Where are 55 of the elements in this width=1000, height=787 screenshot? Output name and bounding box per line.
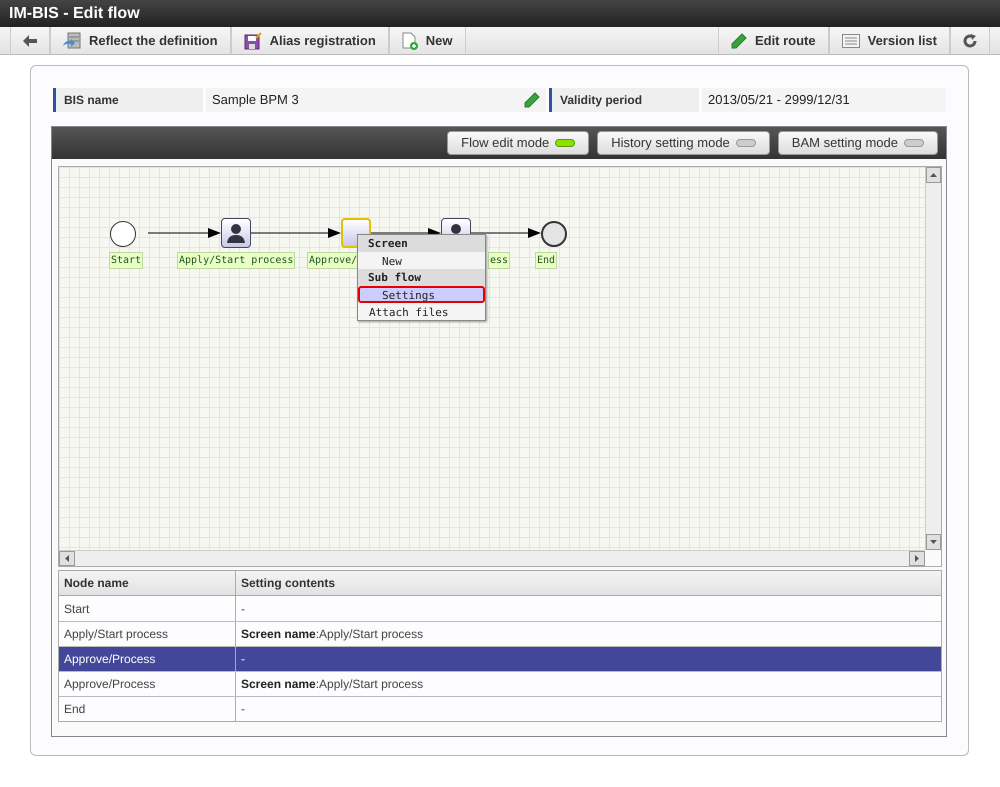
node-label: Apply/Start process — [177, 252, 296, 269]
table-row[interactable]: Approve/Process - — [59, 646, 941, 671]
refresh-icon — [963, 34, 977, 48]
field-text: 2013/05/21 - 2999/12/31 — [708, 91, 850, 110]
pencil-icon — [730, 32, 747, 48]
refresh-button[interactable] — [950, 27, 990, 54]
table-cell-text: Screen name:Apply/Start process — [240, 676, 424, 693]
menu-item[interactable]: Attach files — [358, 303, 485, 320]
server-icon — [63, 32, 81, 50]
field-label: Validity period — [549, 88, 699, 112]
back-arrow-icon — [23, 34, 37, 46]
edit-button[interactable] — [524, 92, 540, 108]
table-cell-text: Screen name:Apply/Start process — [240, 626, 424, 643]
mode-button[interactable]: BAM setting mode — [778, 131, 938, 155]
column-header: Node name — [59, 571, 236, 595]
list-icon — [842, 34, 860, 48]
menu-header: Sub flow — [358, 269, 485, 286]
table-cell-text: - — [240, 651, 246, 668]
mode-button[interactable]: History setting mode — [597, 131, 770, 155]
menu-item[interactable]: Settings — [358, 286, 485, 303]
person-icon — [226, 223, 246, 243]
toolbar-button[interactable]: Version list — [828, 27, 950, 54]
table-cell-text: - — [240, 600, 246, 618]
connector-arrow — [471, 227, 541, 239]
back-button[interactable] — [10, 27, 50, 54]
field-text: Sample BPM 3 — [212, 91, 299, 110]
table-cell: End — [59, 697, 236, 721]
field-label: BIS name — [53, 88, 203, 112]
toolbar-button[interactable]: Edit route — [718, 27, 829, 54]
table-row[interactable]: Start - — [59, 596, 941, 621]
node-label: ess — [488, 252, 510, 269]
table-cell-text: - — [240, 701, 246, 718]
node-label: End — [535, 252, 558, 269]
menu-header: Screen — [358, 235, 485, 252]
menu-item[interactable]: New — [358, 252, 485, 269]
mode-button[interactable]: Flow edit mode — [447, 131, 590, 155]
column-header: Setting contents — [240, 575, 336, 592]
new-document-icon — [402, 32, 418, 50]
scroll-left-icon — [65, 555, 69, 562]
toolbar-button[interactable]: New — [388, 27, 466, 54]
scroll-right-icon — [915, 555, 919, 562]
table-row[interactable]: End - — [59, 696, 941, 721]
toolbar-button[interactable]: Alias registration — [230, 27, 389, 54]
task-node[interactable] — [221, 218, 251, 248]
scroll-down-icon — [930, 540, 937, 544]
start-node[interactable] — [110, 221, 136, 247]
table-row[interactable]: Approve/Process Screen name:Apply/Start process — [59, 671, 941, 696]
toolbar-button[interactable]: Reflect the definition — [50, 27, 231, 54]
table-row[interactable]: Apply/Start process Screen name:Apply/Start process — [59, 621, 941, 646]
node-label: Start — [109, 252, 144, 269]
pencil-icon — [524, 92, 540, 108]
end-node[interactable] — [541, 221, 567, 247]
scroll-up-icon — [930, 173, 937, 177]
window-title: IM-BIS - Edit flow — [9, 4, 140, 24]
node-label: Approve/ — [307, 252, 360, 269]
